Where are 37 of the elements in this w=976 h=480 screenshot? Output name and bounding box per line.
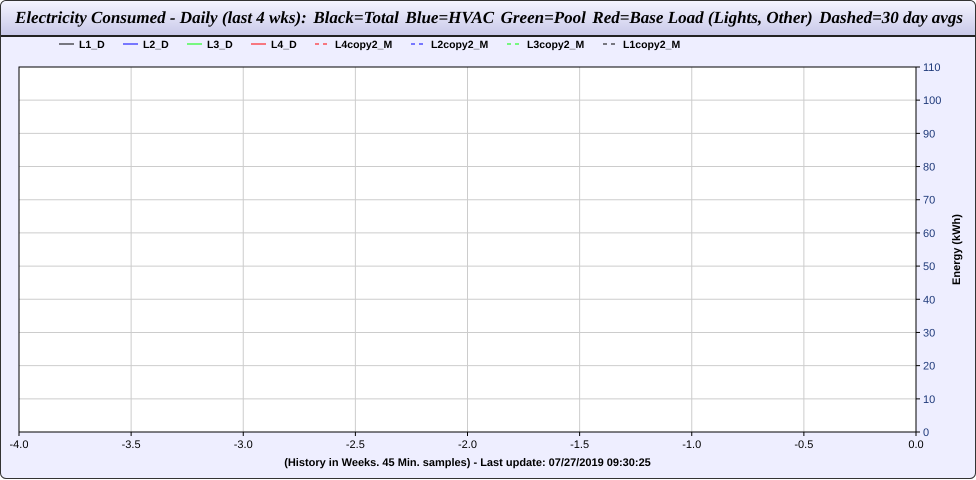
y-tick-label: 10 xyxy=(923,394,936,406)
title-text: Black=Total xyxy=(313,8,399,28)
legend-label: L4copy2_M xyxy=(335,39,392,51)
legend-label: L1_D xyxy=(79,39,105,51)
legend-label: L1copy2_M xyxy=(623,39,680,51)
title-text: Electricity Consumed - Daily (last 4 wks): xyxy=(15,8,307,28)
title-text: Blue=HVAC xyxy=(405,8,494,28)
y-tick-label: 40 xyxy=(923,294,936,306)
x-tick-label: -3.5 xyxy=(122,439,141,451)
x-tick-label: 0.0 xyxy=(908,439,924,451)
legend-label: L3copy2_M xyxy=(527,39,584,51)
title-text: Green=Pool xyxy=(500,8,586,28)
x-tick-label: -2.0 xyxy=(458,439,477,451)
legend-label: L3_D xyxy=(207,39,233,51)
legend-label: L2copy2_M xyxy=(431,39,488,51)
y-tick-label: 20 xyxy=(923,360,936,373)
x-tick-label: -1.0 xyxy=(682,439,702,451)
legend-label: L2_D xyxy=(143,39,169,51)
y-tick-label: 70 xyxy=(923,194,936,207)
y-axis-title: Energy (kWh) xyxy=(951,214,963,285)
x-tick-label: -4.0 xyxy=(10,439,28,451)
y-tick-label: 80 xyxy=(923,162,936,174)
y-tick-label: 50 xyxy=(923,261,936,274)
y-tick-label: 30 xyxy=(923,327,936,340)
x-tick-label: -0.5 xyxy=(794,439,814,451)
y-tick-label: 110 xyxy=(923,62,941,74)
x-axis-title: (History in Weeks. 45 Min. samples) - Last update: 07/27/2019 09:30:25 xyxy=(284,457,651,469)
y-tick-label: 0 xyxy=(923,427,930,439)
title-text: Red=Base Load (Lights, Other) xyxy=(592,8,813,28)
x-tick-label: -1.5 xyxy=(570,439,590,451)
y-tick-label: 90 xyxy=(923,128,936,140)
legend-label: L4_D xyxy=(271,39,297,51)
title-text: Dashed=30 day avgs xyxy=(819,8,963,28)
x-tick-label: -2.5 xyxy=(346,439,365,451)
x-tick-label: -3.0 xyxy=(234,439,253,451)
y-tick-label: 100 xyxy=(923,95,942,108)
y-tick-label: 60 xyxy=(923,228,936,240)
